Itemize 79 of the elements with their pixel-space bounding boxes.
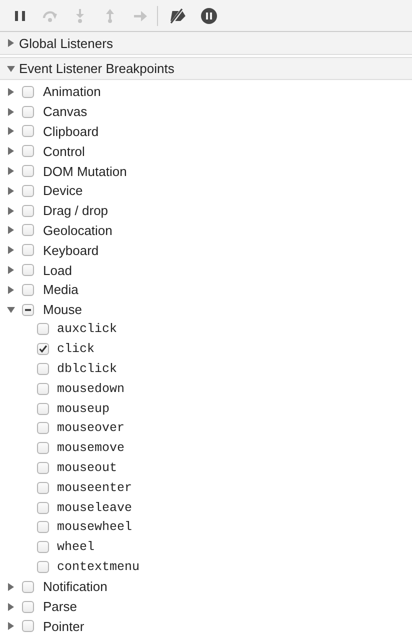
checkbox[interactable] xyxy=(37,482,49,494)
collapsed-triangle-icon[interactable] xyxy=(7,127,15,136)
event-label: wheel xyxy=(57,540,95,554)
event-label: mouseover xyxy=(57,421,125,436)
event-label: mouseout xyxy=(57,461,118,476)
checkbox[interactable] xyxy=(22,580,34,593)
section-header[interactable]: Global Listeners xyxy=(0,32,412,55)
collapsed-triangle-icon[interactable] xyxy=(7,246,15,254)
checkbox[interactable] xyxy=(22,125,34,138)
checkbox[interactable] xyxy=(22,620,34,632)
checkbox[interactable] xyxy=(22,244,34,256)
event-label: click xyxy=(57,342,95,356)
checkbox[interactable] xyxy=(22,264,34,276)
checkbox[interactable] xyxy=(37,502,49,514)
collapsed-triangle-icon[interactable] xyxy=(7,147,15,156)
collapsed-triangle-icon[interactable] xyxy=(7,266,15,274)
checkbox[interactable] xyxy=(22,165,34,178)
checkbox[interactable] xyxy=(22,184,34,197)
category-label: Media xyxy=(43,282,78,298)
category-label: Keyboard xyxy=(43,242,99,258)
checkbox[interactable] xyxy=(22,304,34,316)
category-label: DOM Mutation xyxy=(43,164,127,179)
event-label: mouseenter xyxy=(57,480,132,495)
category-label: Notification xyxy=(43,579,108,594)
category-label: Drag / drop xyxy=(43,203,108,218)
checkbox[interactable] xyxy=(22,600,34,613)
slashed-tag-icon xyxy=(170,8,188,24)
category-label: Animation xyxy=(43,84,101,100)
event-label: auxclick xyxy=(57,322,118,336)
category-label: Geolocation xyxy=(43,222,112,238)
checkbox[interactable] xyxy=(37,343,49,356)
category-label: Clipboard xyxy=(43,124,99,139)
collapsed-triangle-icon[interactable] xyxy=(7,108,15,116)
collapsed-triangle-icon[interactable] xyxy=(7,582,15,591)
collapsed-triangle-icon[interactable] xyxy=(7,206,15,215)
check-mark-icon xyxy=(39,345,47,354)
section-header[interactable]: Event Listener Breakpoints xyxy=(0,57,412,80)
checkbox[interactable] xyxy=(37,541,49,554)
event-label: mousemove xyxy=(57,441,125,456)
category-label: Device xyxy=(43,183,83,198)
minus-icon xyxy=(25,308,31,311)
category-label: Control xyxy=(43,144,85,159)
collapsed-triangle-icon[interactable] xyxy=(7,602,15,611)
checkbox[interactable] xyxy=(22,86,34,98)
checkbox[interactable] xyxy=(37,521,49,534)
checkbox[interactable] xyxy=(22,145,34,158)
collapsed-triangle-icon[interactable] xyxy=(7,226,15,234)
collapsed-triangle-icon[interactable] xyxy=(7,186,15,195)
checkbox[interactable] xyxy=(37,363,49,376)
checkbox[interactable] xyxy=(22,224,34,236)
collapsed-triangle-icon[interactable] xyxy=(7,88,15,96)
event-label: contextmenu xyxy=(57,560,140,574)
checkbox[interactable] xyxy=(37,561,49,574)
event-label: mousedown xyxy=(57,382,125,396)
checkbox[interactable] xyxy=(37,422,49,434)
checkbox[interactable] xyxy=(22,106,34,118)
checkbox[interactable] xyxy=(22,204,34,217)
checkbox[interactable] xyxy=(37,402,49,415)
pause-circle-icon xyxy=(200,8,218,24)
event-label: mouseleave xyxy=(57,500,132,515)
collapsed-triangle-icon[interactable] xyxy=(7,286,15,294)
checkbox[interactable] xyxy=(37,323,49,336)
checkbox[interactable] xyxy=(37,462,49,474)
category-label: Parse xyxy=(43,599,77,614)
category-label: Load xyxy=(43,262,72,278)
checkbox[interactable] xyxy=(22,284,34,296)
collapsed-triangle-icon[interactable] xyxy=(7,622,15,630)
checkbox[interactable] xyxy=(37,442,49,454)
category-label: Mouse xyxy=(43,302,82,318)
event-label: mousewheel xyxy=(57,520,132,534)
expanded-triangle-icon[interactable] xyxy=(7,306,15,314)
category-label: Pointer xyxy=(43,618,84,634)
checkbox[interactable] xyxy=(37,382,49,395)
category-label: Canvas xyxy=(43,104,88,120)
expanded-triangle-icon[interactable] xyxy=(7,64,15,72)
event-label: dblclick xyxy=(57,362,118,376)
collapsed-triangle-icon[interactable] xyxy=(7,39,15,47)
collapsed-triangle-icon[interactable] xyxy=(7,167,15,176)
event-label: mouseup xyxy=(57,402,110,416)
